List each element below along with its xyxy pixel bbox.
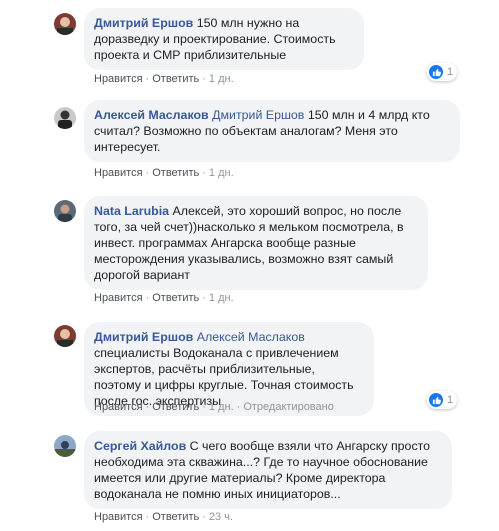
- avatar[interactable]: [54, 435, 76, 457]
- like-link[interactable]: Нравится: [94, 292, 143, 304]
- comment-bubble: Nata Larubia Алексей, это хороший вопрос…: [84, 196, 428, 290]
- reaction-count[interactable]: 1: [427, 63, 458, 81]
- reply-link[interactable]: Ответить: [152, 167, 199, 179]
- comment-author[interactable]: Дмитрий Ершов: [94, 16, 193, 30]
- comment-mention[interactable]: Дмитрий Ершов: [212, 108, 304, 122]
- comment-actions: Нравится · Ответить · 23 ч.: [94, 511, 234, 523]
- comment-author[interactable]: Сергей Хайлов: [94, 439, 186, 453]
- comment-actions: Нравится · Ответить · 1 дн.: [94, 292, 234, 304]
- reply-link[interactable]: Ответить: [152, 511, 199, 523]
- reply-link[interactable]: Ответить: [152, 292, 199, 304]
- like-link[interactable]: Нравится: [94, 167, 143, 179]
- avatar[interactable]: [54, 107, 76, 129]
- like-link[interactable]: Нравится: [94, 401, 143, 413]
- avatar[interactable]: [54, 13, 76, 35]
- comment-thread: Дмитрий Ершов 150 млн нужно на доразведк…: [0, 0, 499, 531]
- reply-link[interactable]: Ответить: [152, 401, 199, 413]
- edited-label[interactable]: Отредактировано: [243, 401, 334, 413]
- comment-author[interactable]: Nata Larubia: [94, 204, 169, 218]
- comment-actions: Нравится · Ответить · 1 дн.: [94, 167, 234, 179]
- comment-bubble: Дмитрий Ершов 150 млн нужно на доразведк…: [84, 8, 364, 70]
- like-link[interactable]: Нравится: [94, 73, 143, 85]
- like-link[interactable]: Нравится: [94, 511, 143, 523]
- timestamp[interactable]: 1 дн.: [209, 401, 234, 413]
- thumbs-up-icon: [429, 393, 443, 407]
- reaction-count[interactable]: 1: [427, 391, 458, 409]
- avatar[interactable]: [54, 325, 76, 347]
- comment-author[interactable]: Алексей Маслаков: [94, 108, 209, 122]
- timestamp[interactable]: 23 ч.: [209, 511, 233, 523]
- comment-actions: Нравится · Ответить · 1 дн. · Отредактировано: [94, 401, 334, 413]
- timestamp[interactable]: 1 дн.: [209, 167, 234, 179]
- comment-bubble: Сергей Хайлов С чего вообще взяли что Ан…: [84, 431, 452, 509]
- comment-text: специалисты Водоканала с привлечением эк…: [94, 346, 354, 408]
- reply-link[interactable]: Ответить: [152, 73, 199, 85]
- reaction-number: 1: [447, 394, 454, 406]
- avatar[interactable]: [54, 200, 76, 222]
- thumbs-up-icon: [429, 65, 443, 79]
- reaction-number: 1: [447, 66, 454, 78]
- comment-author[interactable]: Дмитрий Ершов: [94, 330, 193, 344]
- comment-actions: Нравится · Ответить · 1 дн.: [94, 73, 234, 85]
- timestamp[interactable]: 1 дн.: [209, 73, 234, 85]
- timestamp[interactable]: 1 дн.: [209, 292, 234, 304]
- comment-bubble: Алексей Маслаков Дмитрий Ершов 150 млн и…: [84, 100, 460, 162]
- comment-mention[interactable]: Алексей Маслаков: [197, 330, 305, 344]
